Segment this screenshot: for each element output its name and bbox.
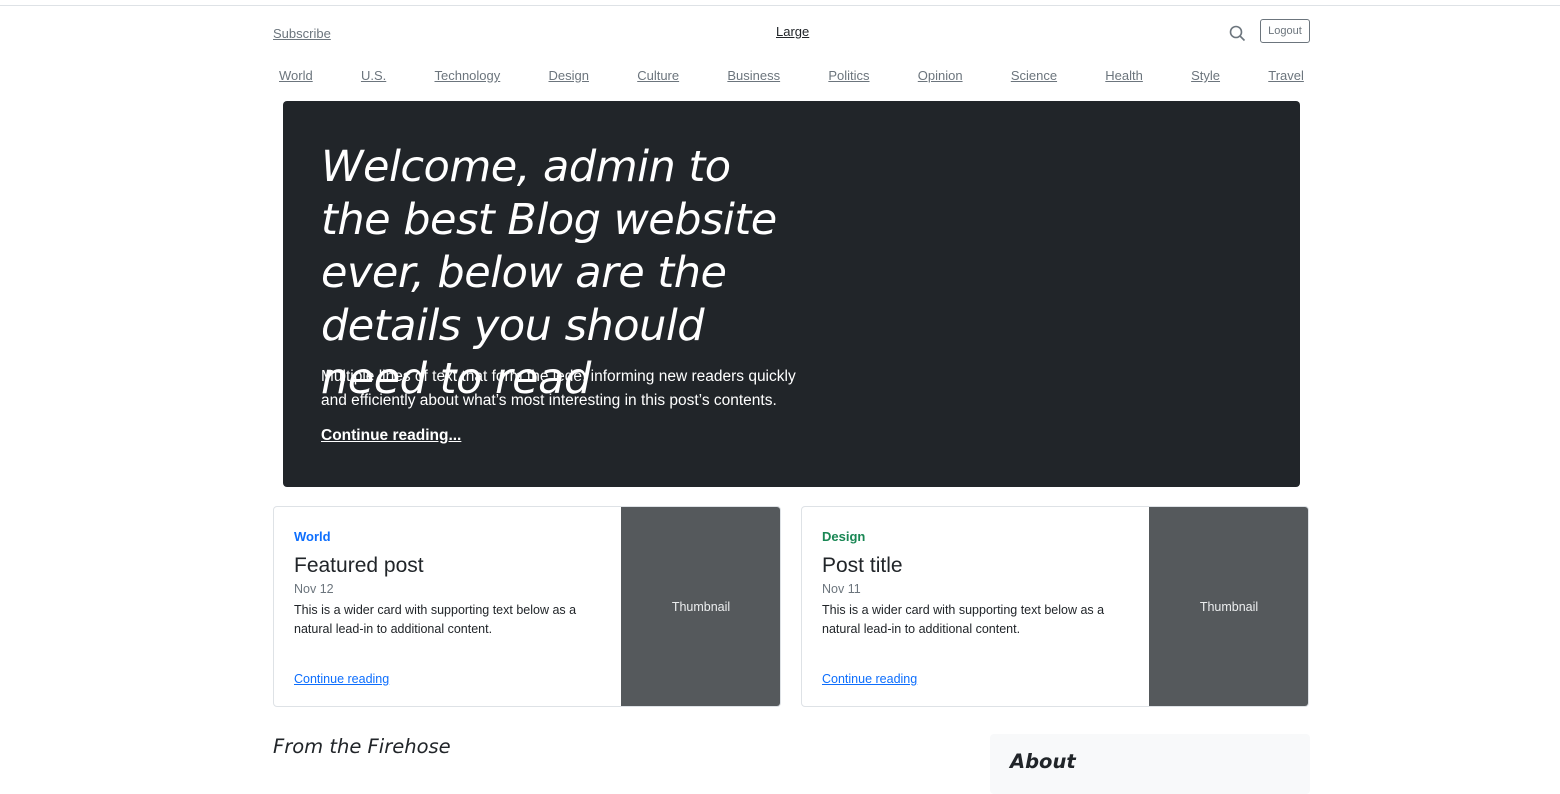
nav-item-us[interactable]: U.S. bbox=[361, 68, 386, 88]
nav-item-opinion[interactable]: Opinion bbox=[918, 68, 963, 88]
nav-item-design[interactable]: Design bbox=[549, 68, 589, 88]
about-title: About bbox=[1010, 750, 1076, 773]
card-body: World Featured post Nov 12 This is a wid… bbox=[294, 507, 614, 706]
search-icon[interactable] bbox=[1229, 25, 1246, 42]
card-continue-reading-link[interactable]: Continue reading bbox=[822, 672, 917, 686]
card-continue-reading-link[interactable]: Continue reading bbox=[294, 672, 389, 686]
page-container: Subscribe Large Logout World U.S. Techno… bbox=[273, 0, 1310, 794]
nav-item-technology[interactable]: Technology bbox=[434, 68, 500, 88]
card-title: Featured post bbox=[294, 554, 424, 577]
card-title: Post title bbox=[822, 554, 903, 577]
hero-continue-reading-link[interactable]: Continue reading... bbox=[321, 427, 461, 445]
card-thumbnail: Thumbnail bbox=[1149, 507, 1308, 706]
nav-item-world[interactable]: World bbox=[279, 68, 313, 88]
thumbnail-label: Thumbnail bbox=[1199, 599, 1259, 614]
card-category: Design bbox=[822, 529, 866, 544]
blog-header: Subscribe Large Logout bbox=[273, 18, 1310, 48]
post-title-card: Design Post title Nov 11 This is a wider… bbox=[801, 506, 1309, 707]
nav-item-health[interactable]: Health bbox=[1105, 68, 1143, 88]
section-heading: From the Firehose bbox=[273, 735, 451, 758]
card-thumbnail: Thumbnail bbox=[621, 507, 780, 706]
card-date: Nov 11 bbox=[822, 582, 861, 596]
subscribe-link[interactable]: Subscribe bbox=[273, 26, 331, 41]
card-text: This is a wider card with supporting tex… bbox=[294, 603, 577, 636]
brand-link[interactable]: Large bbox=[776, 24, 809, 39]
nav-item-science[interactable]: Science bbox=[1011, 68, 1057, 88]
card-body: Design Post title Nov 11 This is a wider… bbox=[822, 507, 1142, 706]
hero-lede: Multiple lines of text that form the led… bbox=[321, 368, 796, 409]
nav-item-politics[interactable]: Politics bbox=[828, 68, 869, 88]
card-date: Nov 12 bbox=[294, 582, 334, 596]
card-text: This is a wider card with supporting tex… bbox=[822, 603, 1105, 636]
nav-item-travel[interactable]: Travel bbox=[1268, 68, 1304, 88]
nav-item-style[interactable]: Style bbox=[1191, 68, 1220, 88]
hero-banner: Welcome, admin to the best Blog website … bbox=[283, 101, 1300, 487]
thumbnail-label: Thumbnail bbox=[671, 599, 731, 614]
featured-post-card: World Featured post Nov 12 This is a wid… bbox=[273, 506, 781, 707]
card-category: World bbox=[294, 529, 331, 544]
logout-button[interactable]: Logout bbox=[1260, 19, 1310, 43]
about-sidebar: About bbox=[990, 734, 1310, 794]
category-nav: World U.S. Technology Design Culture Bus… bbox=[279, 68, 1304, 88]
nav-item-business[interactable]: Business bbox=[727, 68, 780, 88]
nav-item-culture[interactable]: Culture bbox=[637, 68, 679, 88]
